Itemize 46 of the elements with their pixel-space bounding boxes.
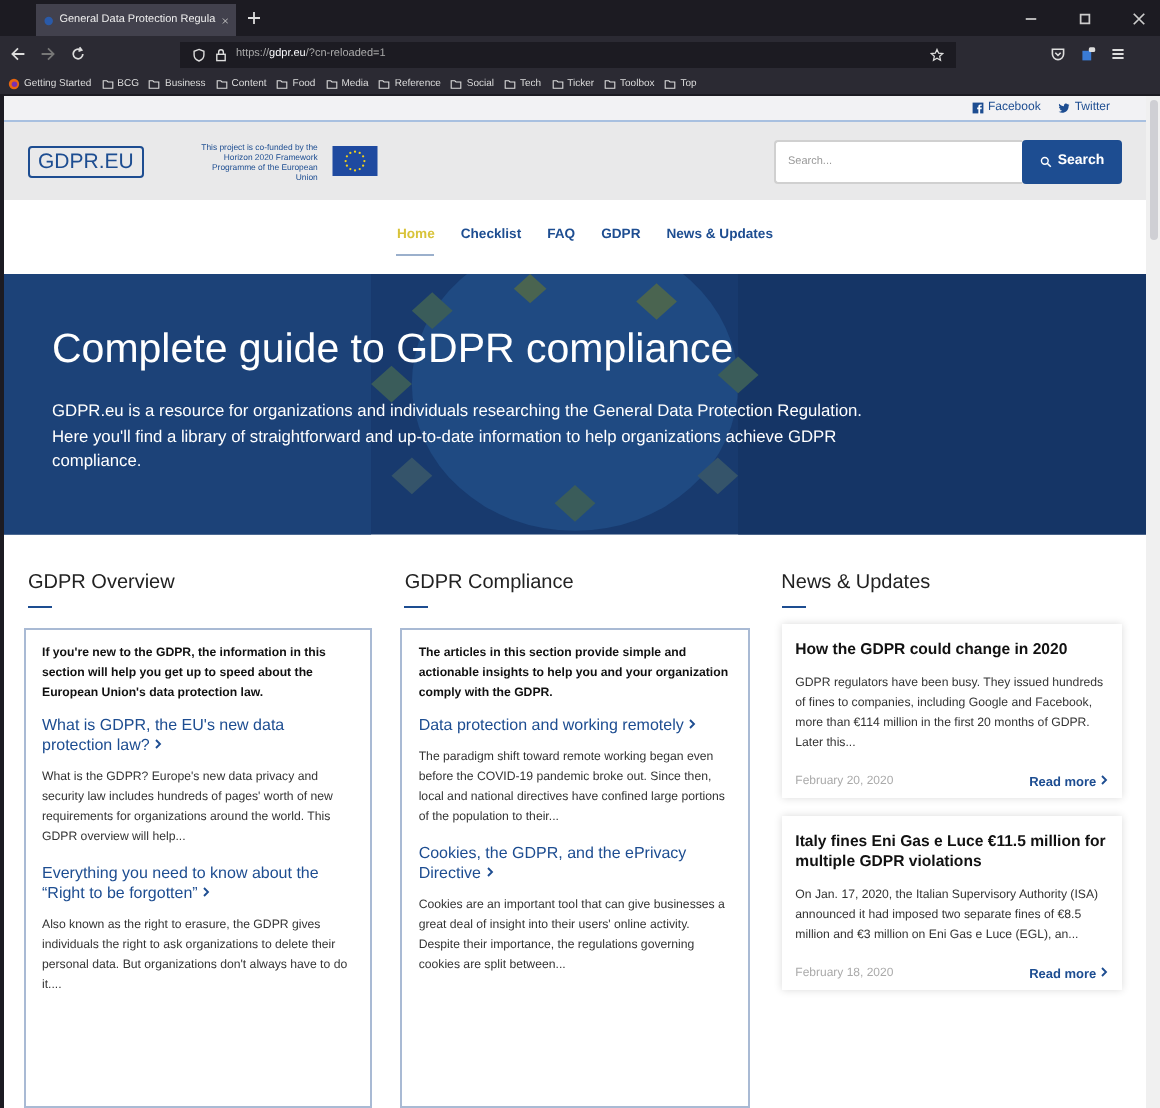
folder-icon [378, 77, 391, 89]
chevron-icon [1099, 966, 1108, 978]
pocket-icon[interactable] [1050, 46, 1066, 62]
plus-icon[interactable] [248, 12, 260, 24]
article-link[interactable]: Cookies, the GDPR, and the ePrivacy Directive [418, 844, 732, 884]
chevron-icon [202, 886, 211, 898]
folder-icon [325, 77, 338, 89]
back-arrow-icon[interactable] [10, 46, 26, 62]
eu-flag-icon [331, 146, 378, 177]
maximize-icon[interactable] [1078, 11, 1092, 25]
article-link[interactable]: Data protection and working remotely [418, 716, 732, 736]
star-icon[interactable] [930, 47, 944, 61]
article-link[interactable]: Everything you need to know about the “Right to be forgotten” [42, 864, 355, 904]
chevron-icon [688, 718, 697, 730]
section-heading: News & Updates [781, 571, 933, 593]
chevron-icon [154, 738, 163, 750]
folder-icon [504, 77, 517, 89]
site-logo[interactable]: GDPR.EU [28, 145, 144, 178]
menu-icon[interactable] [1110, 46, 1126, 62]
globe-icon [44, 13, 54, 27]
folder-icon [276, 77, 289, 89]
reload-icon[interactable] [70, 46, 86, 62]
section-heading: GDPR Overview [28, 571, 177, 593]
browser-logo-icon [8, 77, 20, 89]
folder-icon [215, 77, 228, 89]
folder-icon [604, 77, 617, 89]
forward-arrow-icon[interactable] [40, 46, 56, 62]
hero-text: GDPR.eu is a resource for organizations and individuals researching the General Data Protection Regulation. Here you'll find a library of straightforward and up-to-date information to help organizations achieve GDPR compliance. [52, 398, 865, 474]
facebook-icon [971, 101, 984, 114]
folder-icon [664, 77, 677, 89]
lock-icon [214, 47, 228, 61]
folder-icon [101, 77, 114, 89]
folder-icon [551, 77, 564, 89]
section-heading: GDPR Compliance [404, 571, 576, 593]
folder-icon [450, 77, 463, 89]
extension-icon[interactable] [1080, 46, 1096, 62]
search-icon [1039, 155, 1052, 168]
chevron-icon [485, 866, 494, 878]
hero-title: Complete guide to GDPR compliance [52, 326, 736, 375]
close-icon[interactable] [1132, 11, 1146, 25]
bird-icon [1058, 101, 1071, 114]
scrollbar[interactable] [1146, 96, 1160, 1108]
article-link[interactable]: What is GDPR, the EU's new data protection law? [42, 716, 355, 756]
chevron-icon [1099, 774, 1108, 786]
folder-icon [148, 77, 161, 89]
shield-icon [192, 47, 206, 61]
